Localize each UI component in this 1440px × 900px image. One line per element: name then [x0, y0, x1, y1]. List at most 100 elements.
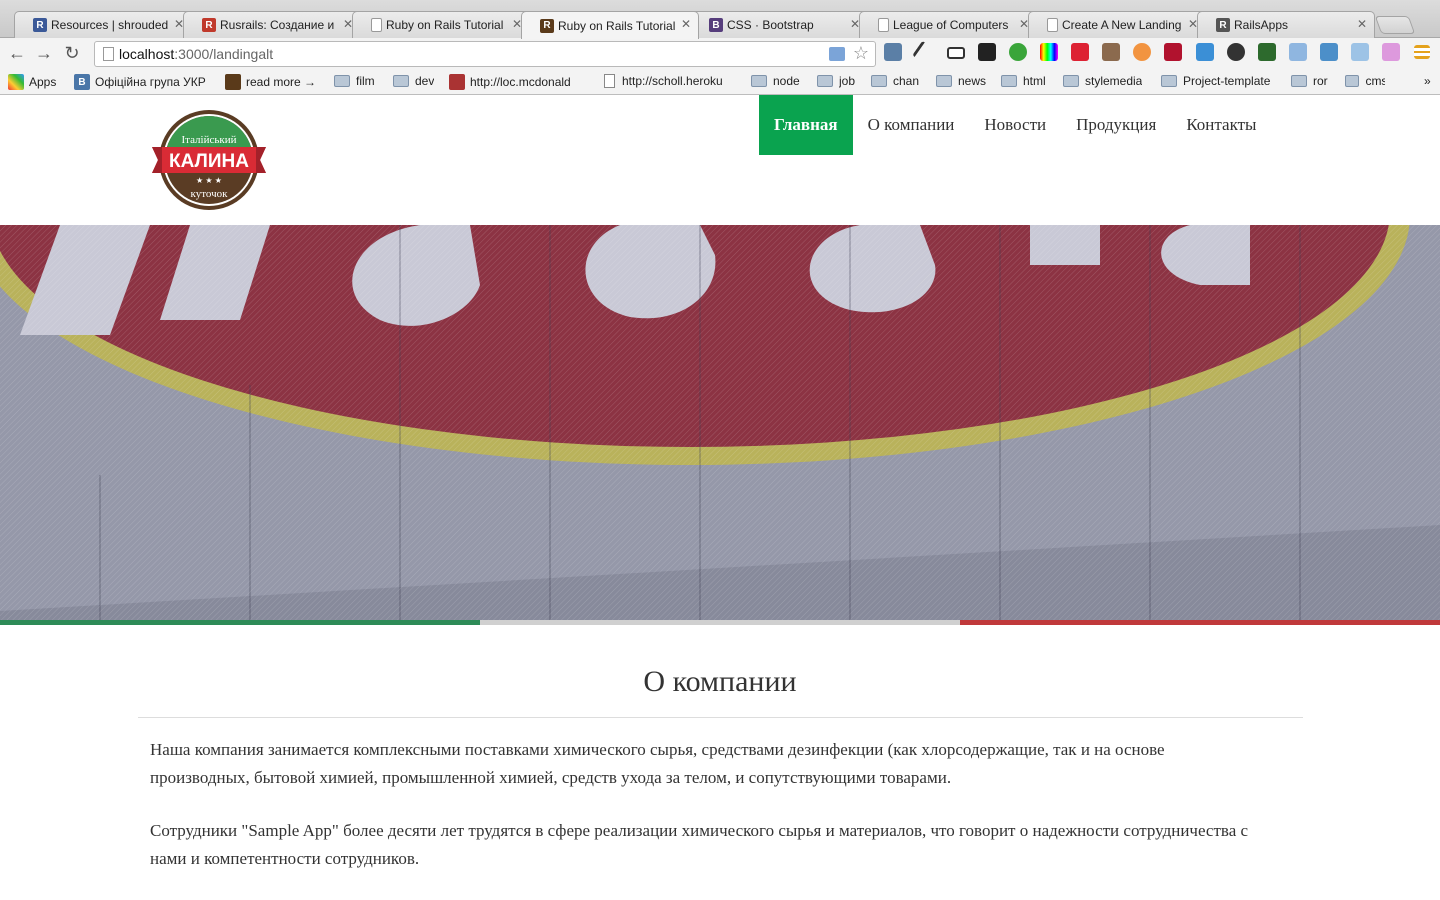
gear-icon[interactable] [1227, 43, 1245, 61]
browser-tab[interactable]: R Rusrails: Создание и ✕ [183, 11, 361, 38]
puzzle-icon[interactable] [1320, 43, 1338, 61]
bookmark-item[interactable]: html [1001, 74, 1046, 88]
favicon-icon [1047, 18, 1058, 32]
tab-title: Ruby on Rails Tutorial [386, 18, 504, 32]
apps-grid-icon [8, 74, 24, 90]
svg-text:★ ★ ★: ★ ★ ★ [196, 176, 222, 185]
bookmark-label: node [773, 74, 800, 88]
fox-icon[interactable] [1133, 43, 1151, 61]
nav-item[interactable]: Главная [759, 95, 853, 155]
bookmark-label: stylemedia [1085, 74, 1143, 88]
browser-tab[interactable]: Create A New Landing ✕ [1028, 11, 1206, 38]
favicon-icon [878, 18, 889, 32]
close-tab-icon[interactable]: ✕ [681, 17, 691, 31]
about-title: О компании [643, 665, 797, 698]
bookmark-label: chan [893, 74, 920, 88]
window-resizer-icon[interactable] [947, 47, 965, 59]
bookmark-item[interactable]: node [751, 74, 800, 88]
translate-icon[interactable] [1196, 43, 1214, 61]
nav-item[interactable]: Контакты [1171, 95, 1271, 155]
folder-icon [751, 75, 767, 87]
folder-icon [393, 75, 409, 87]
new-tab-button[interactable] [1374, 16, 1416, 34]
bookmark-item[interactable]: Project-template [1161, 74, 1270, 88]
bookmark-label: Apps [29, 75, 57, 89]
site-icon [225, 74, 241, 90]
flag-green [0, 620, 480, 625]
bookmark-item[interactable]: http://scholl.heroku [604, 74, 723, 88]
browser-tab[interactable]: Ruby on Rails Tutorial ✕ [352, 11, 530, 38]
bookmark-item[interactable]: film [334, 74, 375, 88]
crosshair-icon[interactable] [1382, 43, 1400, 61]
window-icon[interactable] [1289, 43, 1307, 61]
nav-item[interactable]: Продукция [1061, 95, 1171, 155]
browser-tab[interactable]: B CSS · Bootstrap ✕ [690, 11, 868, 38]
evernote-icon[interactable] [1164, 43, 1182, 61]
bookmark-item[interactable]: news [936, 74, 986, 88]
reload-icon[interactable]: ↻ [61, 42, 83, 64]
bookmark-label: read more → [246, 75, 317, 89]
folder-icon [1063, 75, 1079, 87]
vk-icon: B [74, 74, 90, 90]
bookmark-item[interactable]: B Офіційна група УКР [74, 74, 206, 90]
html5-icon[interactable] [829, 47, 845, 61]
hero-image [0, 225, 1440, 621]
logo[interactable]: Італійський КАЛИНА ★ ★ ★ куточок [150, 109, 268, 211]
nav-item[interactable]: Новости [969, 95, 1061, 155]
tab-title: League of Computers [893, 18, 1009, 32]
folder-icon[interactable] [1351, 43, 1369, 61]
favicon-icon: B [709, 18, 723, 32]
menu-icon[interactable] [1414, 45, 1430, 59]
browser-tab[interactable]: R RailsApps ✕ [1197, 11, 1375, 38]
gmail-checker-icon[interactable] [1071, 43, 1089, 61]
site-icon [449, 74, 465, 90]
about-paragraph-1: Наша компания занимается комплексными по… [150, 740, 1165, 787]
folder-icon [817, 75, 833, 87]
favicon-icon: R [1216, 18, 1230, 32]
bw-icon[interactable] [1258, 43, 1276, 61]
browser-tab[interactable]: R Resources | shrouded ✕ [14, 11, 192, 38]
bookmark-item[interactable]: read more → [225, 74, 316, 90]
page-icon [604, 74, 615, 88]
folder-icon [1291, 75, 1307, 87]
tab-title: Create A New Landing [1062, 18, 1182, 32]
new-badge-extension-icon[interactable] [884, 43, 902, 61]
bookmark-item[interactable]: ror [1291, 74, 1328, 88]
bookmark-label: job [839, 74, 856, 88]
close-tab-icon[interactable]: ✕ [1357, 17, 1367, 31]
sync-icon[interactable] [1009, 43, 1027, 61]
bookmark-label: html [1023, 74, 1046, 88]
bookmarks-bar: Apps B Офіційна група УКР read more → film de… [0, 70, 1440, 95]
nav-item[interactable]: О компании [853, 95, 970, 155]
bookmark-item[interactable]: cms [1345, 74, 1385, 88]
bookmark-item[interactable]: Apps [8, 74, 56, 90]
favicon-icon: R [202, 18, 216, 32]
bookmarks-overflow-icon[interactable]: » [1424, 74, 1431, 88]
bookmark-label: ror [1313, 74, 1328, 88]
url-text[interactable]: localhost:3000/landingalt [119, 46, 273, 62]
tab-strip: R Resources | shrouded ✕ R Rusrails: Создани… [0, 0, 1440, 39]
forward-icon[interactable]: → [33, 42, 55, 64]
browser-tab[interactable]: R Ruby on Rails Tutorial ✕ [521, 11, 699, 39]
about-paragraph-2: Сотрудники "Sample App" более десяти лет… [150, 821, 1249, 868]
folder-icon [936, 75, 952, 87]
address-bar[interactable]: localhost:3000/landingalt ☆ [94, 41, 876, 67]
bookmark-label: http://loc.mcdonald [470, 75, 571, 89]
favicon-icon: R [33, 18, 47, 32]
back-icon[interactable]: ← [6, 42, 28, 64]
instagram-icon[interactable] [1102, 43, 1120, 61]
tricolor-divider [0, 620, 1440, 625]
bookmark-item[interactable]: dev [393, 74, 434, 88]
bookmark-item[interactable]: job [817, 74, 855, 88]
tab-title: Resources | shrouded [51, 18, 169, 32]
stats-icon[interactable] [978, 43, 996, 61]
bookmark-item[interactable]: chan [871, 74, 919, 88]
browser-tab[interactable]: League of Computers ✕ [859, 11, 1037, 38]
divider [138, 717, 1303, 718]
bookmark-star-icon[interactable]: ☆ [853, 43, 869, 64]
bookmark-item[interactable]: http://loc.mcdonald [449, 74, 571, 90]
folder-icon [1161, 75, 1177, 87]
bookmark-item[interactable]: stylemedia [1063, 74, 1142, 88]
colorzilla-icon[interactable] [1040, 43, 1058, 61]
favicon-icon: R [540, 18, 554, 33]
